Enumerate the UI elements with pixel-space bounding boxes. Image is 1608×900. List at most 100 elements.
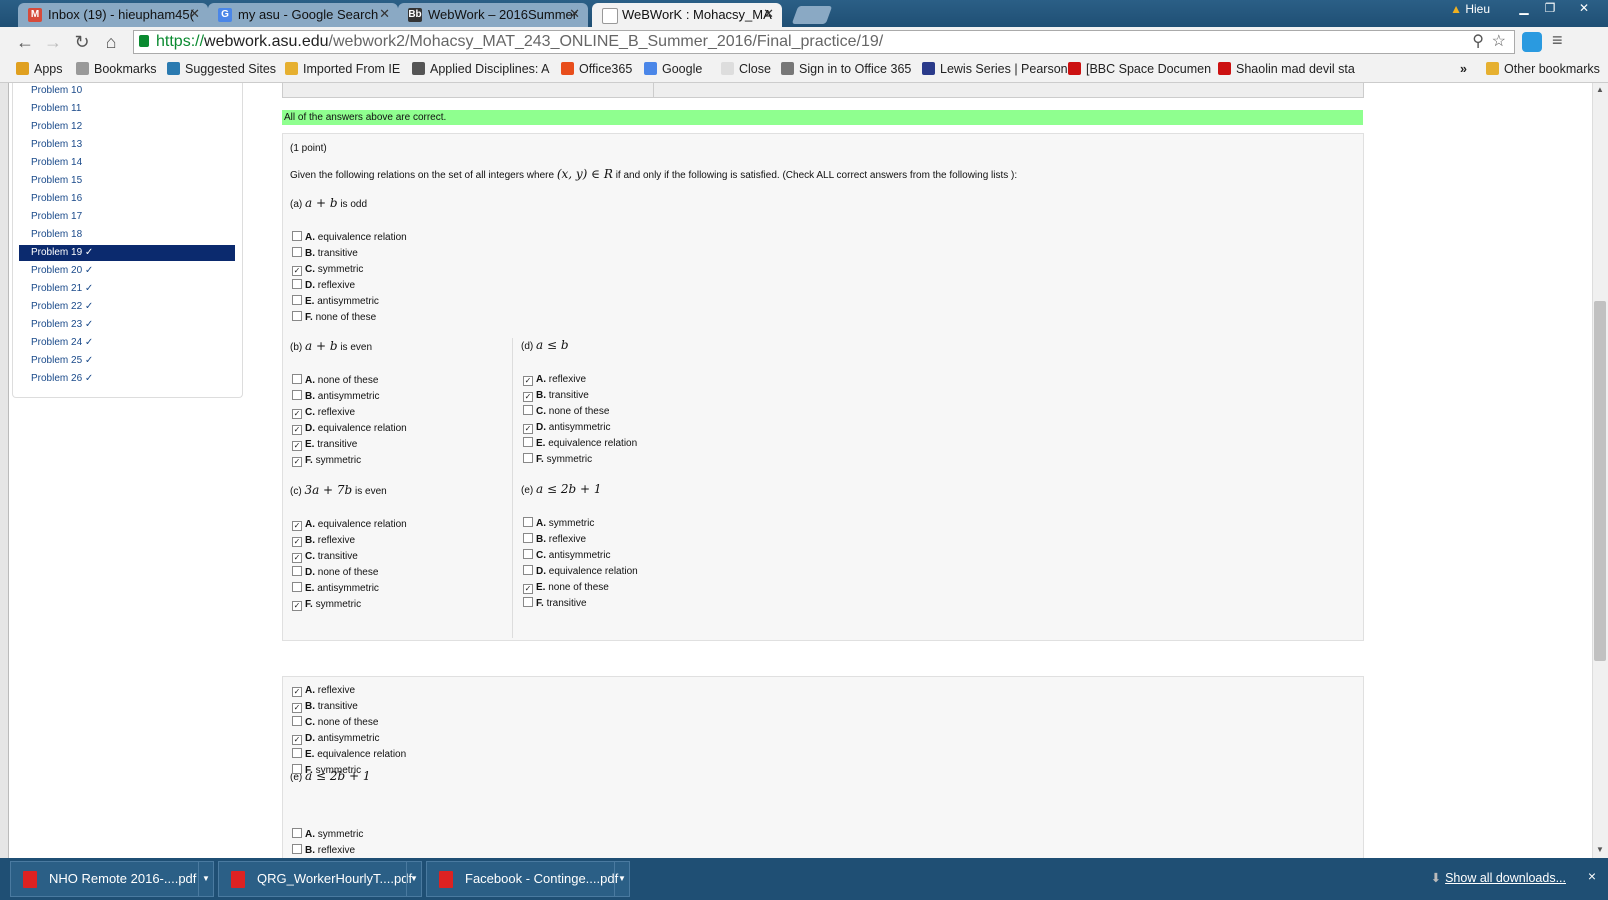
download-item[interactable]: Facebook - Continge....pdf ▼ <box>426 861 630 897</box>
checkbox-option[interactable]: F. transitive <box>523 597 587 611</box>
checkbox-unchecked[interactable] <box>523 517 533 527</box>
checkbox-unchecked[interactable] <box>292 844 302 854</box>
checkbox-unchecked[interactable] <box>523 437 533 447</box>
bookmark-shaolin[interactable]: Shaolin mad devil sta <box>1218 62 1355 76</box>
checkbox-option[interactable]: E. equivalence relation <box>523 437 637 451</box>
scroll-down-icon[interactable]: ▼ <box>1596 845 1604 854</box>
checkbox-option[interactable]: ✓ E. none of these <box>523 581 609 595</box>
checkbox-option[interactable]: D. none of these <box>292 566 378 580</box>
sidebar-item-problem[interactable]: Problem 11 <box>19 101 235 117</box>
bookmark-apps[interactable]: Apps <box>16 62 63 76</box>
checkbox-option[interactable]: ✓ A. reflexive <box>523 373 586 387</box>
checkbox-unchecked[interactable] <box>292 764 302 774</box>
checkbox-checked[interactable]: ✓ <box>292 537 302 547</box>
checkbox-unchecked[interactable] <box>292 279 302 289</box>
checkbox-checked[interactable]: ✓ <box>523 584 533 594</box>
sidebar-item-problem[interactable]: Problem 17 <box>19 209 235 225</box>
bookmark-other[interactable]: Other bookmarks <box>1486 62 1600 76</box>
download-item[interactable]: QRG_WorkerHourlyT....pdf ▼ <box>218 861 422 897</box>
sidebar-item-problem[interactable]: Problem 12 <box>19 119 235 135</box>
sidebar-item-problem[interactable]: Problem 22 ✓ <box>19 299 235 315</box>
sidebar-item-problem[interactable]: Problem 24 ✓ <box>19 335 235 351</box>
checkbox-option[interactable]: F. symmetric <box>292 764 361 778</box>
checkbox-option[interactable]: C. none of these <box>523 405 609 419</box>
checkbox-option[interactable]: B. reflexive <box>292 844 355 858</box>
checkbox-unchecked[interactable] <box>292 295 302 305</box>
tab-webwork-active[interactable]: WeBWorK : Mohacsy_MA ✕ <box>592 3 782 27</box>
checkbox-option[interactable]: F. symmetric <box>523 453 592 467</box>
checkbox-option[interactable]: ✓ B. transitive <box>523 389 589 403</box>
bookmark-bbc-space[interactable]: [BBC Space Documen <box>1068 62 1211 76</box>
sidebar-item-problem[interactable]: Problem 20 ✓ <box>19 263 235 279</box>
checkbox-unchecked[interactable] <box>523 533 533 543</box>
close-icon[interactable]: ✕ <box>189 6 200 22</box>
checkbox-unchecked[interactable] <box>523 597 533 607</box>
reload-icon[interactable]: ↻ <box>71 31 93 53</box>
extension-icon[interactable] <box>1522 32 1542 52</box>
bookmark-office365-signin[interactable]: Sign in to Office 365 <box>781 62 911 76</box>
new-tab-button[interactable] <box>791 6 833 24</box>
close-icon[interactable]: ✕ <box>763 6 774 22</box>
checkbox-unchecked[interactable] <box>292 311 302 321</box>
checkbox-unchecked[interactable] <box>292 231 302 241</box>
checkbox-option[interactable]: B. transitive <box>292 247 358 261</box>
sidebar-item-problem[interactable]: Problem 14 <box>19 155 235 171</box>
sidebar-item-problem[interactable]: Problem 19 ✓ <box>19 245 235 261</box>
search-icon[interactable]: ⚲ <box>1472 31 1484 53</box>
checkbox-option[interactable]: E. antisymmetric <box>292 295 379 309</box>
checkbox-option[interactable]: B. reflexive <box>523 533 586 547</box>
home-icon[interactable]: ⌂ <box>100 31 122 53</box>
checkbox-option[interactable]: ✓ A. equivalence relation <box>292 518 407 532</box>
checkbox-checked[interactable]: ✓ <box>292 601 302 611</box>
checkbox-option[interactable]: ✓ E. transitive <box>292 438 357 452</box>
checkbox-unchecked[interactable] <box>292 390 302 400</box>
sidebar-item-problem[interactable]: Problem 16 <box>19 191 235 207</box>
checkbox-option[interactable]: C. none of these <box>292 716 378 730</box>
tab-inbox[interactable]: M Inbox (19) - hieupham45( ✕ <box>18 3 208 27</box>
bookmark-close[interactable]: Close <box>721 62 771 76</box>
menu-icon[interactable]: ≡ <box>1552 30 1563 51</box>
checkbox-checked[interactable]: ✓ <box>292 521 302 531</box>
checkbox-unchecked[interactable] <box>292 716 302 726</box>
checkbox-option[interactable]: D. equivalence relation <box>523 565 638 579</box>
scroll-up-icon[interactable]: ▲ <box>1596 85 1604 94</box>
checkbox-option[interactable]: D. reflexive <box>292 279 355 293</box>
checkbox-unchecked[interactable] <box>523 549 533 559</box>
checkbox-option[interactable]: ✓ F. symmetric <box>292 454 361 468</box>
checkbox-checked[interactable]: ✓ <box>292 703 302 713</box>
download-item[interactable]: NHO Remote 2016-....pdf ▼ <box>10 861 214 897</box>
checkbox-unchecked[interactable] <box>292 828 302 838</box>
checkbox-option[interactable]: A. symmetric <box>523 517 594 531</box>
sidebar-item-problem[interactable]: Problem 15 <box>19 173 235 189</box>
checkbox-checked[interactable]: ✓ <box>292 266 302 276</box>
checkbox-option[interactable]: ✓ F. symmetric <box>292 598 361 612</box>
bookmark-google[interactable]: Google <box>644 62 702 76</box>
tab-google-search[interactable]: G my asu - Google Search ✕ <box>208 3 398 27</box>
checkbox-checked[interactable]: ✓ <box>292 553 302 563</box>
checkbox-unchecked[interactable] <box>292 582 302 592</box>
checkbox-checked[interactable]: ✓ <box>523 424 533 434</box>
bookmark-imported-from-ie[interactable]: Imported From IE <box>285 62 400 76</box>
checkbox-option[interactable]: ✓ B. reflexive <box>292 534 355 548</box>
checkbox-unchecked[interactable] <box>292 374 302 384</box>
back-icon[interactable]: ← <box>14 31 36 53</box>
checkbox-unchecked[interactable] <box>523 453 533 463</box>
sidebar-item-problem[interactable]: Problem 18 <box>19 227 235 243</box>
checkbox-option[interactable]: E. equivalence relation <box>292 748 406 762</box>
bookmark-applied-disciplines[interactable]: Applied Disciplines: A <box>412 62 550 76</box>
checkbox-checked[interactable]: ✓ <box>523 392 533 402</box>
checkbox-unchecked[interactable] <box>292 748 302 758</box>
tab-webwork-blackboard[interactable]: Bb WebWork – 2016Summer ✕ <box>398 3 588 27</box>
chevron-down-icon[interactable]: ▼ <box>198 862 213 896</box>
bookmark-suggested-sites[interactable]: Suggested Sites <box>167 62 276 76</box>
checkbox-option[interactable]: ✓ D. antisymmetric <box>292 732 379 746</box>
checkbox-option[interactable]: ✓ D. equivalence relation <box>292 422 407 436</box>
checkbox-checked[interactable]: ✓ <box>292 457 302 467</box>
checkbox-option[interactable]: A. symmetric <box>292 828 363 842</box>
close-downloads-bar-button[interactable]: × <box>1588 868 1596 884</box>
checkbox-option[interactable]: ✓ A. reflexive <box>292 684 355 698</box>
close-icon[interactable]: ✕ <box>569 6 580 22</box>
checkbox-checked[interactable]: ✓ <box>292 425 302 435</box>
checkbox-option[interactable]: E. antisymmetric <box>292 582 379 596</box>
chevron-down-icon[interactable]: ▼ <box>614 862 629 896</box>
